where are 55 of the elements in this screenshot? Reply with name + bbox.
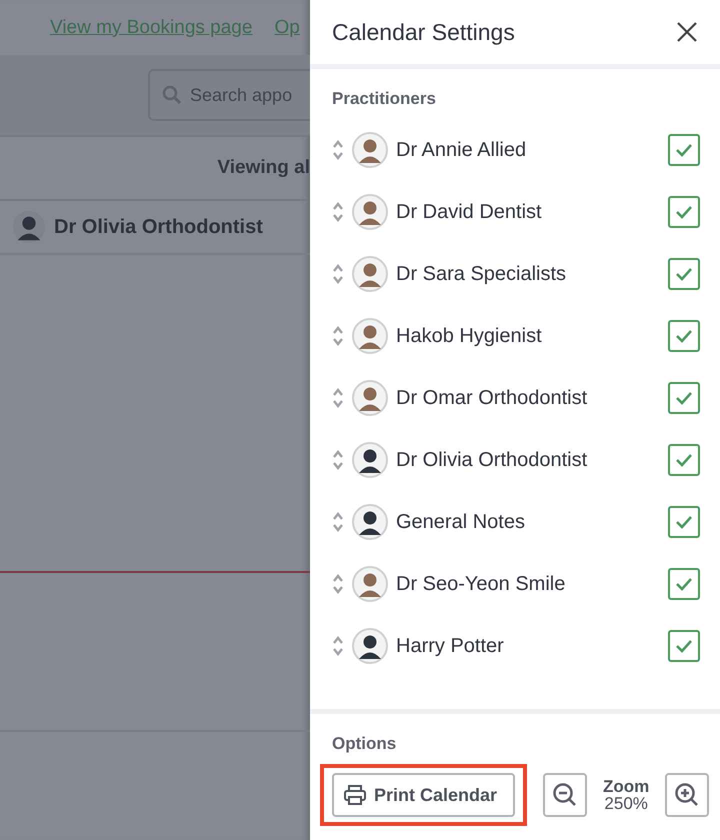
drag-handle-icon[interactable]	[332, 139, 344, 161]
panel-title: Calendar Settings	[332, 18, 515, 46]
printer-icon	[344, 785, 366, 805]
drag-handle-icon[interactable]	[332, 511, 344, 533]
zoom-label: Zoom	[603, 778, 650, 795]
avatar-icon	[352, 504, 388, 540]
zoom-out-button[interactable]	[543, 773, 588, 817]
drag-handle-icon[interactable]	[332, 635, 344, 657]
zoom-in-icon	[674, 782, 700, 808]
print-button[interactable]: Print Calendar	[332, 773, 516, 817]
checkbox[interactable]	[668, 258, 700, 290]
search-icon	[162, 85, 182, 105]
drag-handle-icon[interactable]	[332, 449, 344, 471]
section-heading: Options	[331, 733, 398, 755]
practitioner-name: Dr Omar Orthodontist	[396, 386, 588, 410]
practitioner-name: Dr Seo-Yeon Smile	[396, 572, 566, 596]
practitioner-name: Hakob Hygienist	[396, 324, 543, 348]
drag-handle-icon[interactable]	[332, 263, 344, 285]
zoom-value: 250%	[604, 795, 648, 812]
avatar-icon	[352, 194, 388, 230]
practitioner-name: Harry Potter	[396, 634, 505, 658]
avatar-icon	[352, 256, 388, 292]
checkbox[interactable]	[668, 320, 700, 352]
checkbox[interactable]	[668, 134, 700, 166]
checkbox[interactable]	[668, 506, 700, 538]
checkbox[interactable]	[668, 382, 700, 414]
drag-handle-icon[interactable]	[332, 573, 344, 595]
drag-handle-icon[interactable]	[332, 201, 344, 223]
practitioner-name: Dr Annie Allied	[396, 138, 528, 162]
checkbox[interactable]	[668, 444, 700, 476]
practitioner-name: General Notes	[396, 510, 526, 534]
drag-handle-icon[interactable]	[332, 325, 344, 347]
checkbox[interactable]	[668, 568, 700, 600]
person-silhouette-icon	[12, 210, 46, 244]
avatar-icon	[352, 132, 388, 168]
zoom-in-button[interactable]	[665, 773, 710, 817]
practitioner-name: Dr Olivia Orthodontist	[54, 216, 263, 238]
section-heading: Practitioners	[331, 88, 437, 110]
search-field[interactable]: Search appo	[148, 69, 310, 121]
checkbox[interactable]	[668, 630, 700, 662]
column-header: Viewing al	[217, 157, 310, 179]
page-link[interactable]: Op	[274, 16, 300, 38]
avatar-icon	[352, 442, 388, 478]
drag-handle-icon[interactable]	[332, 387, 344, 409]
practitioner-name: Dr Sara Specialists	[396, 262, 568, 286]
avatar-icon	[352, 318, 388, 354]
search-input[interactable]: Search appo	[190, 84, 302, 106]
avatar-icon	[352, 628, 388, 664]
zoom-out-icon	[552, 782, 578, 808]
practitioner-name: Dr Olivia Orthodontist	[396, 448, 588, 472]
avatar-icon	[352, 380, 388, 416]
checkbox[interactable]	[668, 196, 700, 228]
page-link[interactable]: View my Bookings page	[50, 16, 252, 38]
avatar-icon	[352, 566, 388, 602]
practitioner-name: Dr David Dentist	[396, 200, 543, 224]
